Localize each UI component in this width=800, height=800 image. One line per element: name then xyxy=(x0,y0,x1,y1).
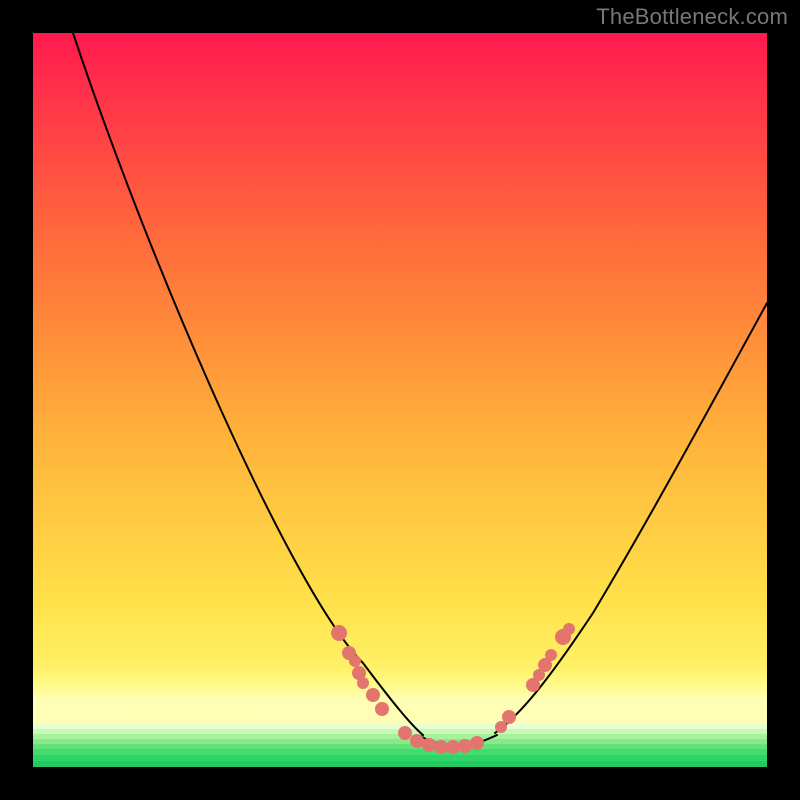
marker-dot xyxy=(331,625,347,641)
plot-area xyxy=(33,33,767,767)
marker-dot xyxy=(434,740,448,754)
marker-dot xyxy=(410,734,424,748)
marker-dots xyxy=(331,623,575,754)
marker-dot xyxy=(446,740,460,754)
watermark-text: TheBottleneck.com xyxy=(596,4,788,30)
marker-dot xyxy=(563,623,575,635)
marker-dot xyxy=(502,710,516,724)
marker-dot xyxy=(398,726,412,740)
curve-left-branch xyxy=(73,33,423,735)
marker-dot xyxy=(422,738,436,752)
marker-dot xyxy=(349,655,361,667)
chart-root: TheBottleneck.com xyxy=(0,0,800,800)
marker-dot xyxy=(545,649,557,661)
marker-dot xyxy=(357,677,369,689)
marker-dot xyxy=(470,736,484,750)
marker-dot xyxy=(366,688,380,702)
marker-dot xyxy=(375,702,389,716)
curve-layer xyxy=(33,33,767,767)
marker-dot xyxy=(458,739,472,753)
curve-right-branch xyxy=(495,303,767,733)
